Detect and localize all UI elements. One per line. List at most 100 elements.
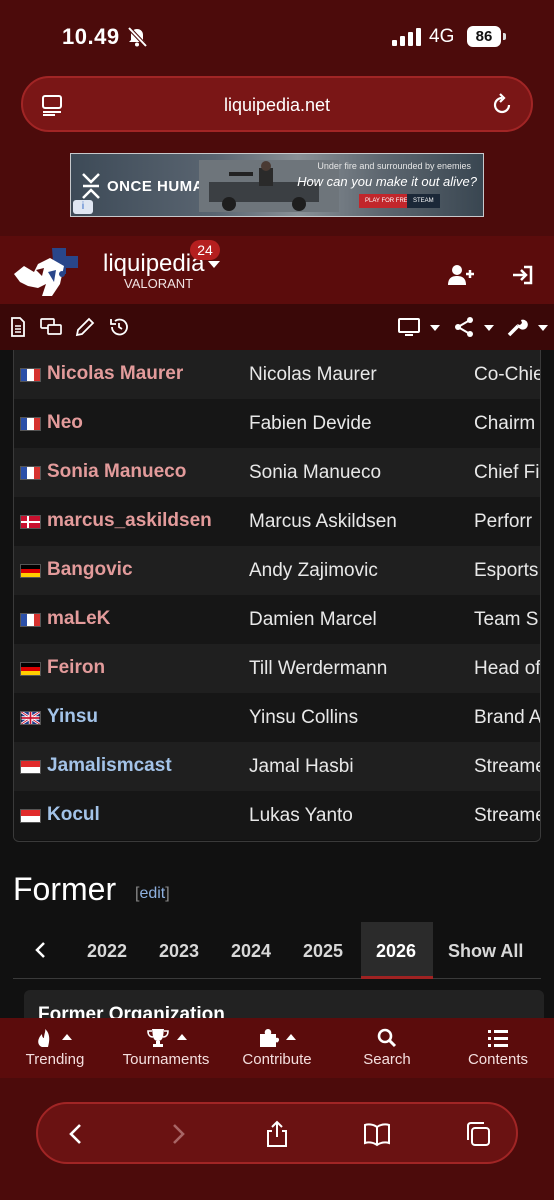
forward-icon[interactable] — [164, 1120, 192, 1148]
list-icon — [488, 1030, 508, 1047]
player-name: Nicolas Maurer — [249, 364, 377, 385]
de-flag-icon — [20, 564, 41, 578]
network-type: 4G — [429, 26, 455, 47]
nav-contribute[interactable]: Contribute — [222, 1018, 332, 1078]
url-text[interactable]: liquipedia.net — [23, 95, 531, 116]
player-position: Streame — [474, 756, 541, 777]
site-bottom-nav: Trending Tournaments Contribute Search C… — [0, 1018, 554, 1078]
site-name[interactable]: liquipedia — [103, 250, 204, 278]
table-row: Kocul Lukas Yanto Streame — [14, 791, 541, 840]
tournaments-caret-icon — [177, 1034, 187, 1040]
notification-badge[interactable]: 24 — [190, 240, 220, 260]
table-row: Sonia Manueco Sonia Manueco Chief Fi — [14, 448, 540, 497]
edit-link[interactable]: edit — [139, 885, 165, 902]
silent-bell-icon — [127, 26, 148, 48]
display-dropdown-caret-icon[interactable] — [430, 325, 440, 331]
puzzle-icon — [260, 1029, 280, 1047]
player-id-link[interactable]: Bangovic — [47, 559, 133, 581]
player-name: Jamal Hasbi — [249, 756, 354, 777]
player-id-link[interactable]: Neo — [47, 412, 83, 434]
browser-toolbar-pill — [36, 1102, 518, 1164]
tab-2026[interactable]: 2026 — [376, 941, 416, 962]
history-icon[interactable] — [108, 316, 130, 338]
share-sheet-icon[interactable] — [263, 1120, 291, 1148]
player-name: Sonia Manueco — [249, 462, 382, 483]
tab-2024[interactable]: 2024 — [231, 941, 271, 962]
fr-flag-icon — [20, 466, 41, 480]
player-position: Head of — [474, 658, 541, 679]
liquipedia-logo-icon[interactable] — [12, 244, 94, 300]
tab-2023[interactable]: 2023 — [159, 941, 199, 962]
back-icon[interactable] — [62, 1120, 90, 1148]
login-icon[interactable] — [512, 264, 534, 286]
de-flag-icon — [20, 662, 41, 676]
tabs-icon[interactable] — [464, 1120, 492, 1148]
nav-trending[interactable]: Trending — [0, 1018, 110, 1078]
fire-icon — [38, 1029, 50, 1047]
dk-flag-icon — [20, 515, 41, 529]
discussion-icon[interactable] — [40, 316, 62, 338]
monitor-icon[interactable] — [398, 316, 420, 338]
tab-2025[interactable]: 2025 — [303, 941, 343, 962]
table-row: Bangovic Andy Zajimovic Esports — [14, 546, 540, 595]
share-icon[interactable] — [453, 316, 475, 338]
tab-show-all[interactable]: Show All — [448, 941, 523, 962]
ad-logo-icon — [82, 173, 100, 199]
fr-flag-icon — [20, 417, 41, 431]
player-name: Fabien Devide — [249, 413, 372, 434]
player-name: Till Werdermann — [249, 658, 388, 679]
organization-table: Nicolas Maurer Nicolas Maurer Co-Chie Neo Fa… — [13, 350, 541, 842]
player-id-link[interactable]: Feiron — [47, 657, 105, 679]
table-row: Nicolas Maurer Nicolas Maurer Co-Chie — [14, 350, 541, 399]
ad-banner[interactable]: ONCE HUMAN Under fire and surrounded by … — [70, 153, 484, 217]
former-organization-title: Former Organization — [38, 1004, 225, 1018]
tools-dropdown-caret-icon[interactable] — [538, 325, 548, 331]
page-icon[interactable] — [7, 316, 29, 338]
share-dropdown-caret-icon[interactable] — [484, 325, 494, 331]
chevron-left-icon[interactable] — [33, 940, 49, 960]
player-name: Lukas Yanto — [249, 805, 353, 826]
player-name: Yinsu Collins — [249, 707, 359, 728]
player-position: Streame — [474, 805, 541, 826]
address-bar[interactable]: liquipedia.net — [21, 76, 533, 132]
site-header: liquipedia 24 VALORANT — [0, 236, 554, 304]
player-id-link[interactable]: Sonia Manueco — [47, 461, 186, 483]
gb-flag-icon — [20, 711, 41, 725]
nav-search[interactable]: Search — [332, 1018, 442, 1078]
add-user-icon[interactable] — [448, 264, 474, 286]
id-flag-icon — [20, 760, 41, 774]
nav-tournaments-label: Tournaments — [122, 1051, 210, 1068]
nav-contents[interactable]: Contents — [443, 1018, 553, 1078]
player-id-link[interactable]: Yinsu — [47, 706, 98, 728]
reload-icon[interactable] — [490, 92, 514, 118]
table-row: Neo Fabien Devide Chairm — [14, 399, 540, 448]
player-id-link[interactable]: marcus_askildsen — [47, 510, 212, 532]
ad-steam-button[interactable]: STEAM — [407, 194, 440, 208]
main-content: Nicolas Maurer Nicolas Maurer Co-Chie Neo Fa… — [0, 350, 554, 1018]
site-dropdown-caret-icon[interactable] — [208, 261, 220, 268]
player-position: Perforr — [474, 511, 533, 532]
edit-pencil-icon[interactable] — [74, 316, 96, 338]
player-id-link[interactable]: Kocul — [47, 804, 100, 826]
nav-search-label: Search — [363, 1051, 411, 1068]
bookmarks-icon[interactable] — [363, 1120, 391, 1148]
page-tools-bar — [0, 304, 554, 350]
ad-area: ONCE HUMAN Under fire and surrounded by … — [0, 140, 554, 236]
wrench-icon[interactable] — [506, 316, 528, 338]
ad-info-icon[interactable]: i — [73, 200, 93, 214]
table-row: maLeK Damien Marcel Team S — [14, 595, 540, 644]
player-position: Co-Chie — [474, 364, 541, 385]
player-position: Team S — [474, 609, 539, 630]
nav-contribute-label: Contribute — [242, 1051, 312, 1068]
edit-section-link: [edit] — [135, 885, 170, 903]
player-id-link[interactable]: maLeK — [47, 608, 110, 630]
tab-2022[interactable]: 2022 — [87, 941, 127, 962]
nav-contents-label: Contents — [467, 1051, 529, 1068]
browser-toolbar — [0, 1078, 554, 1200]
player-position: Chairm — [474, 413, 536, 434]
player-id-link[interactable]: Nicolas Maurer — [47, 363, 183, 385]
player-id-link[interactable]: Jamalismcast — [47, 755, 172, 777]
player-position: Chief Fi — [474, 462, 540, 483]
ad-tagline-main: How can you make it out alive? — [297, 174, 477, 189]
nav-tournaments[interactable]: Tournaments — [111, 1018, 221, 1078]
